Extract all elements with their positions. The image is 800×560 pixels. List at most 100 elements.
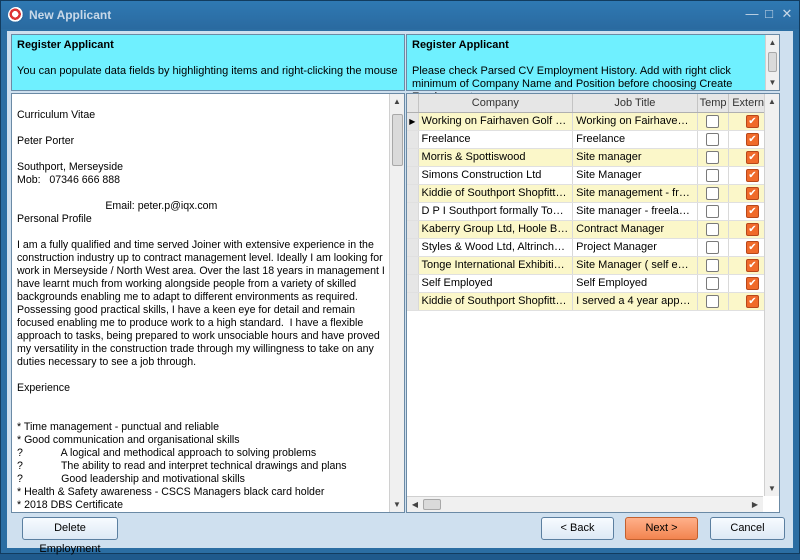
temp-checkbox[interactable] xyxy=(706,204,720,218)
row-indicator[interactable] xyxy=(407,256,419,275)
table-row[interactable]: Self Employed Self Employed ✔ xyxy=(407,274,778,293)
next-button[interactable]: Next > xyxy=(625,517,698,540)
row-indicator[interactable] xyxy=(407,220,419,239)
current-row-indicator-icon[interactable]: ▶ xyxy=(407,112,419,131)
row-indicator[interactable] xyxy=(407,274,419,293)
cv-vertical-scrollbar[interactable]: ▲ ▼ xyxy=(389,94,404,512)
row-indicator[interactable] xyxy=(407,166,419,185)
job-title-cell[interactable]: I served a 4 year appre... xyxy=(572,292,698,311)
cancel-button[interactable]: Cancel xyxy=(710,517,785,540)
employment-grid[interactable]: Company Job Title Temp External ▶ Working… xyxy=(406,93,780,513)
company-cell[interactable]: Simons Construction Ltd xyxy=(418,166,574,185)
job-title-cell[interactable]: Site manager - freelance xyxy=(572,202,698,221)
external-checkbox[interactable]: ✔ xyxy=(745,222,759,236)
scroll-thumb[interactable] xyxy=(768,52,777,72)
column-header-company[interactable]: Company xyxy=(418,94,574,113)
maximize-icon[interactable]: □ xyxy=(760,6,778,22)
cv-text-area[interactable]: Curriculum Vitae Peter Porter Southport,… xyxy=(11,93,405,513)
company-cell[interactable]: Kaberry Group Ltd, Hoole Ba... xyxy=(418,220,574,239)
scroll-down-icon[interactable]: ▼ xyxy=(765,481,779,496)
temp-checkbox[interactable] xyxy=(706,186,720,200)
header-scrollbar[interactable]: ▲ ▼ xyxy=(765,35,779,90)
left-panel-description: You can populate data fields by highligh… xyxy=(17,65,398,77)
temp-checkbox[interactable] xyxy=(706,150,720,164)
row-indicator[interactable] xyxy=(407,130,419,149)
table-row[interactable]: Styles & Wood Ltd, Altrincham Project Man… xyxy=(407,238,778,257)
company-cell[interactable]: D P I Southport formally Tong... xyxy=(418,202,574,221)
company-cell[interactable]: Styles & Wood Ltd, Altrincham xyxy=(418,238,574,257)
grid-vertical-scrollbar[interactable]: ▲ ▼ xyxy=(764,94,779,496)
temp-checkbox[interactable] xyxy=(706,222,720,236)
left-panel-header: Register Applicant You can populate data… xyxy=(11,34,405,91)
row-indicator[interactable] xyxy=(407,238,419,257)
scroll-thumb[interactable] xyxy=(392,114,403,166)
scroll-down-icon[interactable]: ▼ xyxy=(766,75,779,90)
company-cell[interactable]: Kiddie of Southport Shopfitters xyxy=(418,184,574,203)
row-indicator-header xyxy=(407,94,419,113)
minimize-icon[interactable]: — xyxy=(743,6,761,22)
scroll-right-icon[interactable]: ▶ xyxy=(749,497,761,512)
back-button[interactable]: < Back xyxy=(541,517,614,540)
table-row[interactable]: Tonge International Exhibition... Site Ma… xyxy=(407,256,778,275)
scroll-up-icon[interactable]: ▲ xyxy=(765,94,779,109)
external-checkbox[interactable]: ✔ xyxy=(745,186,759,200)
external-checkbox[interactable]: ✔ xyxy=(745,114,759,128)
job-title-cell[interactable]: Site Manager xyxy=(572,166,698,185)
external-checkbox[interactable]: ✔ xyxy=(745,240,759,254)
temp-checkbox[interactable] xyxy=(706,294,720,308)
row-indicator[interactable] xyxy=(407,292,419,311)
scroll-down-icon[interactable]: ▼ xyxy=(390,497,404,512)
title-bar: New Applicant — □ ✕ xyxy=(1,1,799,29)
table-row[interactable]: Kiddie of Southport Shopfitters Site mana… xyxy=(407,184,778,203)
table-row[interactable]: Freelance Freelance ✔ xyxy=(407,130,778,149)
table-row[interactable]: Simons Construction Ltd Site Manager ✔ xyxy=(407,166,778,185)
job-title-cell[interactable]: Contract Manager xyxy=(572,220,698,239)
temp-checkbox[interactable] xyxy=(706,276,720,290)
job-title-cell[interactable]: Site Manager ( self em... xyxy=(572,256,698,275)
scroll-up-icon[interactable]: ▲ xyxy=(390,94,404,109)
job-title-cell[interactable]: Site management - free... xyxy=(572,184,698,203)
table-row[interactable]: D P I Southport formally Tong... Site man… xyxy=(407,202,778,221)
temp-checkbox[interactable] xyxy=(706,240,720,254)
temp-checkbox[interactable] xyxy=(706,168,720,182)
company-cell[interactable]: Self Employed xyxy=(418,274,574,293)
temp-checkbox[interactable] xyxy=(706,114,720,128)
external-checkbox[interactable]: ✔ xyxy=(745,150,759,164)
scroll-thumb[interactable] xyxy=(423,499,441,510)
row-indicator[interactable] xyxy=(407,202,419,221)
external-checkbox[interactable]: ✔ xyxy=(745,294,759,308)
job-title-cell[interactable]: Freelance xyxy=(572,130,698,149)
table-row[interactable]: ▶ Working on Fairhaven Golf Cl... Working … xyxy=(407,112,778,131)
table-row[interactable]: Kaberry Group Ltd, Hoole Ba... Contract M… xyxy=(407,220,778,239)
external-checkbox[interactable]: ✔ xyxy=(745,168,759,182)
table-row[interactable]: Morris & Spottiswood Site manager ✔ xyxy=(407,148,778,167)
external-checkbox[interactable]: ✔ xyxy=(745,204,759,218)
delete-employment-button[interactable]: Delete Employment xyxy=(22,517,118,555)
external-checkbox[interactable]: ✔ xyxy=(745,276,759,290)
company-cell[interactable]: Kiddie of Southport Shopfitters xyxy=(418,292,574,311)
column-header-job-title[interactable]: Job Title xyxy=(572,94,698,113)
table-row[interactable]: Kiddie of Southport Shopfitters I served … xyxy=(407,292,778,311)
external-checkbox[interactable]: ✔ xyxy=(745,132,759,146)
job-title-cell[interactable]: Project Manager xyxy=(572,238,698,257)
row-indicator[interactable] xyxy=(407,148,419,167)
app-logo-icon xyxy=(8,7,24,23)
close-icon[interactable]: ✕ xyxy=(778,6,796,22)
temp-checkbox[interactable] xyxy=(706,132,720,146)
column-header-temp[interactable]: Temp xyxy=(697,94,729,113)
company-cell[interactable]: Working on Fairhaven Golf Cl... xyxy=(418,112,574,131)
scroll-up-icon[interactable]: ▲ xyxy=(766,35,779,50)
job-title-cell[interactable]: Working on Fairhaven ... xyxy=(572,112,698,131)
job-title-cell[interactable]: Self Employed xyxy=(572,274,698,293)
company-cell[interactable]: Freelance xyxy=(418,130,574,149)
company-cell[interactable]: Tonge International Exhibition... xyxy=(418,256,574,275)
row-indicator[interactable] xyxy=(407,184,419,203)
external-checkbox[interactable]: ✔ xyxy=(745,258,759,272)
cv-text[interactable]: Curriculum Vitae Peter Porter Southport,… xyxy=(17,109,387,512)
temp-cell xyxy=(697,220,729,239)
grid-horizontal-scrollbar[interactable]: ◀ ▶ xyxy=(407,496,763,512)
job-title-cell[interactable]: Site manager xyxy=(572,148,698,167)
scroll-left-icon[interactable]: ◀ xyxy=(409,497,421,512)
company-cell[interactable]: Morris & Spottiswood xyxy=(418,148,574,167)
temp-checkbox[interactable] xyxy=(706,258,720,272)
